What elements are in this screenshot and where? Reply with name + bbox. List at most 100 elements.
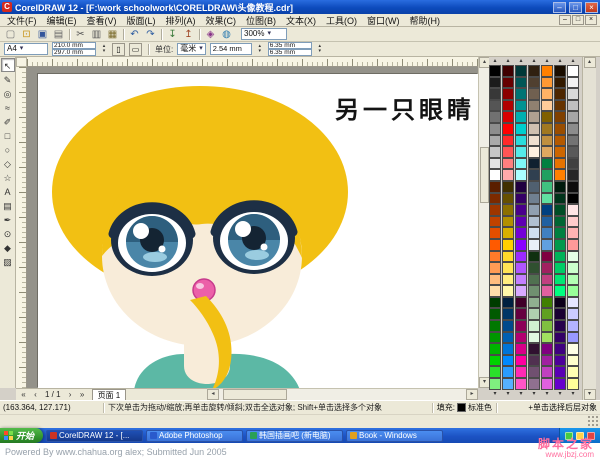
landscape-orientation-button[interactable]: ▭	[129, 43, 142, 56]
color-swatch[interactable]	[554, 262, 566, 274]
color-swatch[interactable]	[554, 227, 566, 239]
menu-item[interactable]: 帮助(H)	[405, 14, 446, 27]
task-browser[interactable]: 韩国插画吧 (新电脑)	[246, 430, 343, 442]
palette-scroll-down-icon[interactable]: ▾	[502, 390, 514, 398]
color-swatch[interactable]	[502, 262, 514, 274]
color-swatch[interactable]	[515, 216, 527, 228]
color-swatch[interactable]	[515, 181, 527, 193]
zoom-tool[interactable]: ◎	[1, 86, 15, 100]
color-swatch[interactable]	[489, 355, 501, 367]
color-swatch[interactable]	[541, 65, 553, 77]
color-swatch[interactable]	[502, 285, 514, 297]
color-swatch[interactable]	[567, 158, 579, 170]
color-swatch[interactable]	[554, 181, 566, 193]
color-swatch[interactable]	[515, 285, 527, 297]
color-swatch[interactable]	[502, 88, 514, 100]
save-icon[interactable]: ▣	[35, 28, 50, 41]
minimize-icon[interactable]: –	[553, 2, 566, 13]
color-swatch[interactable]	[489, 308, 501, 320]
redo-icon[interactable]: ↷	[143, 28, 158, 41]
color-swatch[interactable]	[541, 88, 553, 100]
export-icon[interactable]: ↥	[181, 28, 196, 41]
basic-shapes-tool[interactable]: ☆	[1, 170, 15, 184]
color-swatch[interactable]	[567, 343, 579, 355]
color-swatch[interactable]	[515, 274, 527, 286]
color-swatch[interactable]	[528, 193, 540, 205]
color-swatch[interactable]	[541, 181, 553, 193]
nudge-offset-field[interactable]: 2.54 mm	[210, 43, 252, 55]
color-swatch[interactable]	[528, 332, 540, 344]
color-swatch[interactable]	[528, 77, 540, 89]
color-swatch[interactable]	[515, 262, 527, 274]
color-swatch[interactable]	[528, 378, 540, 390]
maximize-icon[interactable]: □	[569, 2, 582, 13]
color-swatch[interactable]	[489, 274, 501, 286]
color-swatch[interactable]	[528, 251, 540, 263]
paper-height-field[interactable]: 297.0 mm	[52, 49, 96, 56]
text-tool[interactable]: A	[1, 184, 15, 198]
menu-item[interactable]: 版面(L)	[122, 14, 161, 27]
color-swatch[interactable]	[567, 169, 579, 181]
color-swatch[interactable]	[554, 216, 566, 228]
color-swatch[interactable]	[567, 227, 579, 239]
color-swatch[interactable]	[528, 65, 540, 77]
color-swatch[interactable]	[541, 297, 553, 309]
scroll-left-icon[interactable]: ◂	[207, 389, 219, 400]
color-swatch[interactable]	[554, 77, 566, 89]
menu-item[interactable]: 文本(X)	[281, 14, 321, 27]
color-swatch[interactable]	[554, 146, 566, 158]
color-swatch[interactable]	[489, 285, 501, 297]
color-swatch[interactable]	[567, 355, 579, 367]
interactive-fill-tool[interactable]: ▨	[1, 254, 15, 268]
color-swatch[interactable]	[489, 135, 501, 147]
color-swatch[interactable]	[554, 135, 566, 147]
pick-tool[interactable]: ↖	[1, 58, 15, 72]
color-swatch[interactable]	[567, 88, 579, 100]
color-swatch[interactable]	[489, 77, 501, 89]
last-page-icon[interactable]: »	[77, 390, 88, 399]
ellipse-tool[interactable]: ○	[1, 142, 15, 156]
outline-tool[interactable]: ⊙	[1, 226, 15, 240]
open-folder-icon[interactable]: ⊡	[19, 28, 34, 41]
color-swatch[interactable]	[502, 378, 514, 390]
interactive-blend-tool[interactable]: ▤	[1, 198, 15, 212]
color-swatch[interactable]	[489, 111, 501, 123]
color-swatch[interactable]	[528, 262, 540, 274]
import-icon[interactable]: ↧	[165, 28, 180, 41]
color-swatch[interactable]	[502, 204, 514, 216]
vertical-ruler[interactable]	[16, 67, 27, 388]
color-swatch[interactable]	[528, 343, 540, 355]
menu-item[interactable]: 工具(O)	[321, 14, 362, 27]
color-swatch[interactable]	[502, 297, 514, 309]
color-swatch[interactable]	[554, 100, 566, 112]
color-swatch[interactable]	[567, 251, 579, 263]
vertical-scrollbar[interactable]: ▴ ▾	[478, 57, 489, 388]
portrait-orientation-button[interactable]: ▯	[112, 43, 125, 56]
task-photoshop[interactable]: Adobe Photoshop	[146, 430, 243, 442]
color-swatch[interactable]	[502, 111, 514, 123]
color-swatch[interactable]	[502, 227, 514, 239]
smart-drawing-tool[interactable]: ✐	[1, 114, 15, 128]
color-swatch[interactable]	[554, 65, 566, 77]
color-swatch[interactable]	[502, 239, 514, 251]
palette-scroll-up-icon[interactable]: ▴	[541, 57, 553, 65]
menu-item[interactable]: 排列(A)	[161, 14, 201, 27]
color-swatch[interactable]	[554, 308, 566, 320]
units-select[interactable]: 毫米	[177, 43, 206, 55]
menu-item[interactable]: 查看(V)	[82, 14, 122, 27]
color-swatch[interactable]	[502, 123, 514, 135]
color-swatch[interactable]	[489, 251, 501, 263]
color-swatch[interactable]	[554, 366, 566, 378]
color-swatch[interactable]	[554, 332, 566, 344]
color-swatch[interactable]	[554, 343, 566, 355]
palette-scroll-down-icon[interactable]: ▾	[554, 390, 566, 398]
document-page[interactable]: 另一只眼睛	[38, 74, 478, 388]
color-swatch[interactable]	[489, 204, 501, 216]
color-swatch[interactable]	[541, 100, 553, 112]
color-swatch[interactable]	[567, 308, 579, 320]
color-swatch[interactable]	[541, 193, 553, 205]
start-button[interactable]: 开始	[0, 428, 43, 443]
close-icon[interactable]: ×	[585, 2, 598, 13]
color-swatch[interactable]	[528, 297, 540, 309]
color-swatch[interactable]	[489, 297, 501, 309]
